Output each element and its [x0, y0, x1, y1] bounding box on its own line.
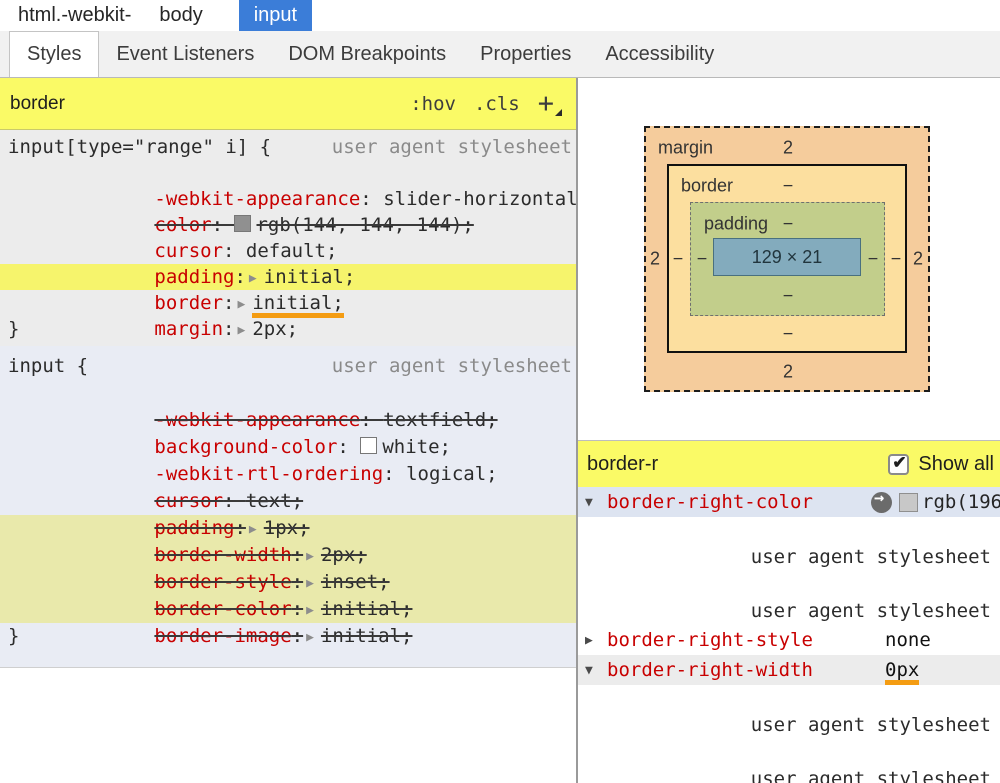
expand-shorthand-icon[interactable]: [303, 569, 321, 597]
computed-filter-input[interactable]: border-r: [587, 453, 658, 476]
styles-filter-input[interactable]: border: [10, 93, 65, 115]
breadcrumb-item-html[interactable]: html.-webkit-: [8, 0, 141, 31]
color-swatch[interactable]: [899, 492, 918, 512]
computed-trace[interactable]: initial input[type="rang…: [578, 517, 1000, 544]
expand-shorthand-icon[interactable]: [234, 290, 252, 318]
computed-value: none: [885, 629, 931, 651]
color-swatch[interactable]: [360, 437, 378, 454]
tab-accessibility[interactable]: Accessibility: [588, 31, 731, 77]
box-model-diagram: 129 × 21 margin 2 border − padding − 2 −…: [578, 78, 1000, 440]
computed-property-border-right-color[interactable]: border-right-color rgb(196: [578, 487, 1000, 517]
margin-left-value[interactable]: 2: [650, 249, 660, 270]
collapse-arrow-icon[interactable]: [585, 495, 607, 510]
show-all-checkbox[interactable]: [888, 453, 910, 475]
content-size-label: 129 × 21: [751, 246, 823, 267]
border-bottom-value[interactable]: −: [783, 324, 794, 345]
expand-shorthand-icon[interactable]: [246, 264, 264, 292]
padding-top-value[interactable]: −: [783, 214, 794, 235]
expand-shorthand-icon[interactable]: [246, 515, 264, 543]
margin-label: margin: [658, 137, 714, 158]
tab-styles[interactable]: Styles: [9, 31, 100, 77]
trace-origin: user agent stylesheet: [750, 714, 991, 736]
padding-label: padding: [704, 213, 769, 234]
padding-left-value[interactable]: −: [697, 249, 708, 270]
computed-property-border-right-width[interactable]: border-right-width 0px: [578, 655, 1000, 685]
border-right-value[interactable]: −: [891, 249, 902, 270]
expand-arrow-icon[interactable]: [585, 633, 607, 648]
computed-filter-bar: border-r Show all: [578, 440, 1000, 488]
padding-bottom-value[interactable]: −: [783, 286, 794, 307]
goto-source-icon[interactable]: [871, 488, 892, 513]
expand-shorthand-icon[interactable]: [303, 596, 321, 624]
collapse-arrow-icon[interactable]: [585, 663, 607, 678]
padding-right-value[interactable]: −: [868, 249, 879, 270]
box-model-margin[interactable]: 129 × 21: [644, 126, 930, 392]
border-top-value[interactable]: −: [783, 176, 794, 197]
breadcrumb-item-input[interactable]: input: [238, 0, 313, 31]
tab-properties[interactable]: Properties: [463, 31, 588, 77]
border-left-value[interactable]: −: [673, 249, 684, 270]
toggle-element-state-button[interactable]: :hov: [410, 93, 456, 115]
computed-trace[interactable]: initial input[type="rang…: [578, 685, 1000, 712]
breadcrumb-item-body[interactable]: body: [149, 0, 212, 31]
computed-trace[interactable]: 2px input: [578, 739, 1000, 766]
breadcrumb: html.-webkit- body input: [0, 0, 1000, 31]
computed-properties-list: border-right-color rgb(196 initial input…: [578, 487, 1000, 783]
expand-shorthand-icon[interactable]: [303, 542, 321, 570]
tab-dom-breakpoints[interactable]: DOM Breakpoints: [271, 31, 463, 77]
css-declaration[interactable]: -webkit-appearanceslider-horizontal;: [0, 160, 576, 210]
devtools-window: html.-webkit- body input Styles Event Li…: [0, 0, 1000, 783]
styles-pane: border :hov .cls + input[type="range" i]…: [0, 78, 578, 783]
stylesheet-origin: user agent stylesheet: [331, 136, 572, 158]
color-swatch[interactable]: [234, 215, 252, 232]
tab-event-listeners[interactable]: Event Listeners: [99, 31, 271, 77]
margin-right-value[interactable]: 2: [913, 249, 923, 270]
computed-trace[interactable]: initial input: [578, 571, 1000, 598]
css-rule-input-range: input[type="range" i] { user agent style…: [0, 130, 576, 350]
border-label: border: [681, 175, 734, 196]
trace-origin: user agent stylesheet: [750, 768, 991, 783]
margin-top-value[interactable]: 2: [783, 138, 793, 159]
expand-shorthand-icon[interactable]: [234, 316, 252, 344]
margin-bottom-value[interactable]: 2: [783, 362, 793, 383]
rule-header[interactable]: input[type="range" i] { user agent style…: [0, 134, 576, 160]
computed-property-border-right-style[interactable]: border-right-style none: [578, 625, 1000, 655]
longclick-triangle-icon: [555, 108, 562, 116]
css-declaration[interactable]: -webkit-appearancetextfield;: [0, 380, 576, 431]
rule-header[interactable]: input { user agent stylesheet: [0, 353, 576, 380]
panel-body: border :hov .cls + input[type="range" i]…: [0, 78, 1000, 783]
stylesheet-origin: user agent stylesheet: [331, 355, 572, 377]
panel-tab-bar: Styles Event Listeners DOM Breakpoints P…: [0, 31, 1000, 78]
trace-origin: user agent stylesheet: [750, 600, 991, 622]
css-rule-input: input { user agent stylesheet -webkit-ap…: [0, 346, 576, 668]
computed-value: 0px: [885, 655, 920, 685]
styles-filter-bar: border :hov .cls +: [0, 78, 576, 130]
rule-selector: input[type="range" i] {: [8, 136, 272, 158]
computed-pane: 129 × 21 margin 2 border − padding − 2 −…: [578, 78, 1000, 783]
rule-selector: input {: [8, 355, 89, 377]
element-classes-button[interactable]: .cls: [474, 93, 520, 115]
new-style-rule-button[interactable]: +: [538, 90, 562, 117]
computed-value: rgb(196: [922, 491, 1000, 513]
show-all-label: Show all: [918, 453, 994, 475]
box-model-content[interactable]: 129 × 21: [713, 238, 861, 276]
expand-shorthand-icon[interactable]: [303, 623, 321, 651]
trace-origin: user agent stylesheet: [750, 546, 991, 568]
